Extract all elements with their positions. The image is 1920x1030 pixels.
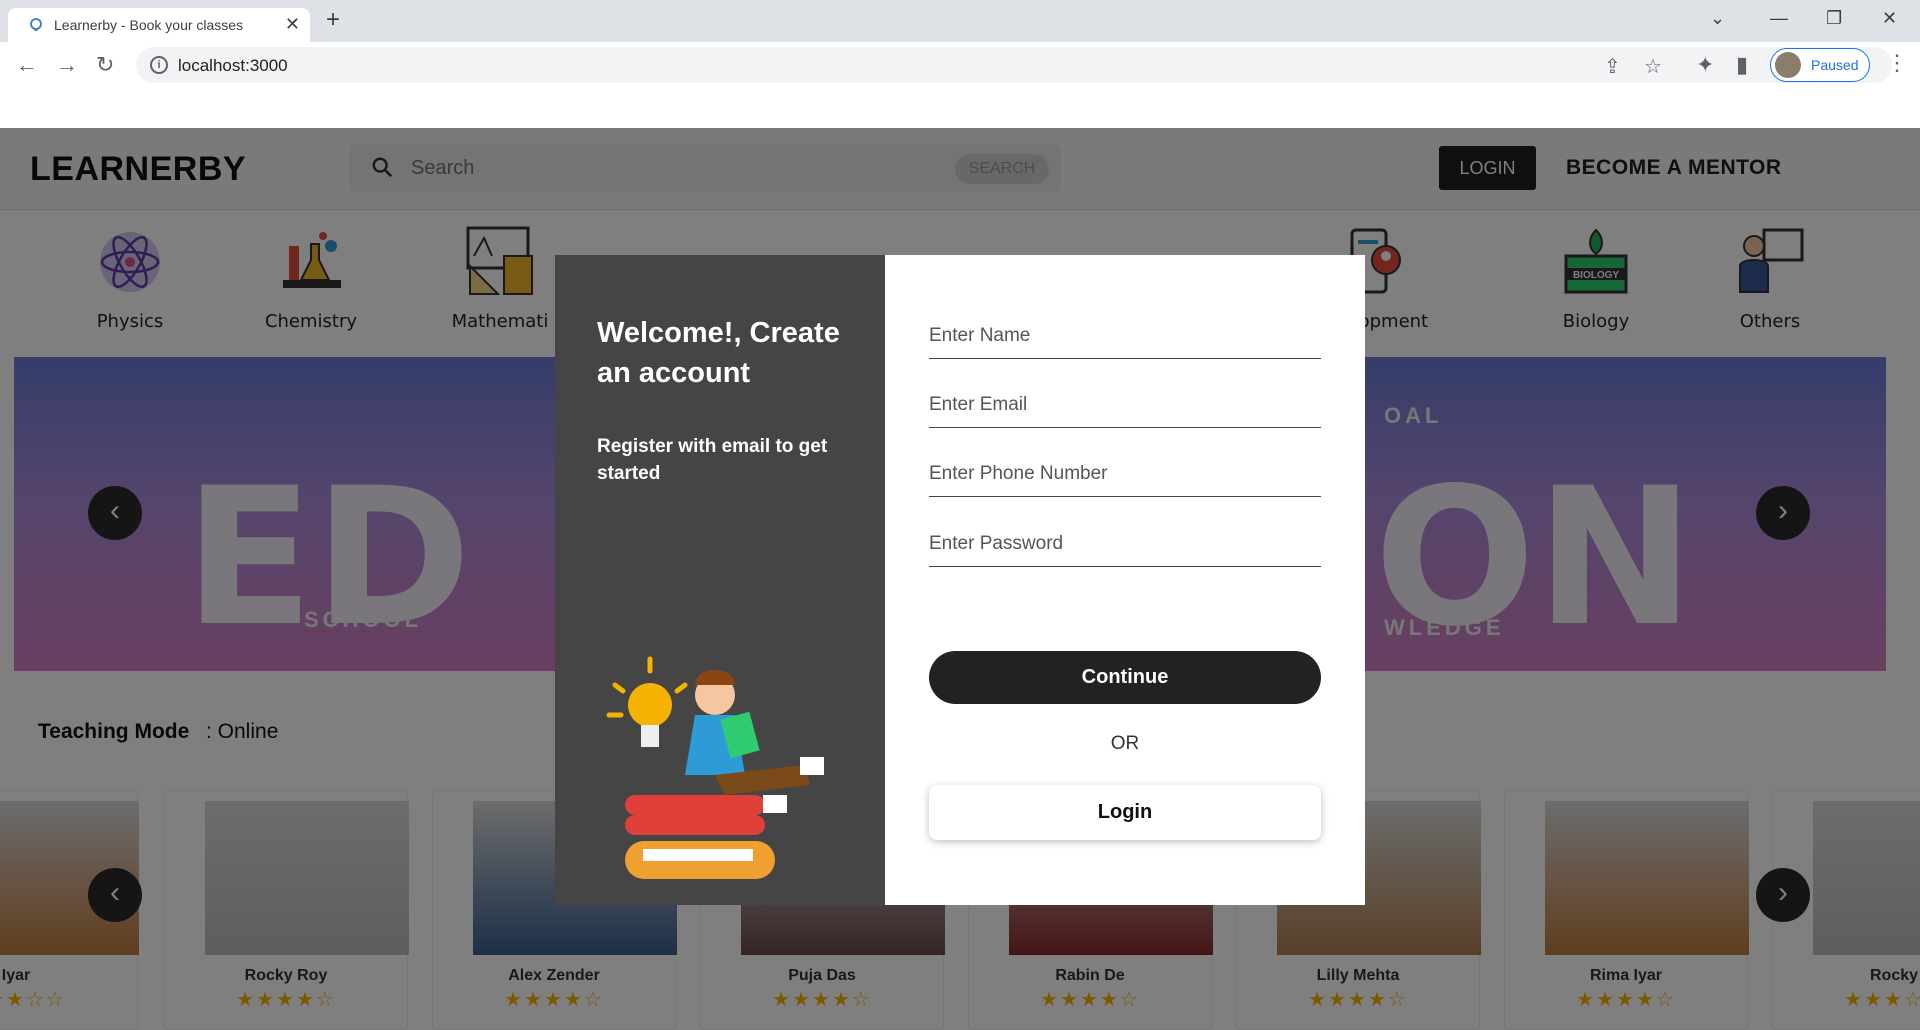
- new-tab-icon[interactable]: +: [326, 6, 340, 34]
- back-icon[interactable]: ←: [16, 52, 38, 78]
- favicon-icon: [30, 18, 42, 31]
- welcome-subtitle: Register with email to get started: [597, 436, 828, 484]
- browser-tab-strip: Learnerby - Book your classes ✕ + ⌄ — ❐ …: [0, 0, 1920, 42]
- profile-status: Paused: [1811, 57, 1859, 73]
- avatar: [1775, 52, 1801, 78]
- signup-modal: Welcome!, Create an account Register wit…: [555, 255, 1365, 905]
- extensions-icon[interactable]: ✦: [1696, 52, 1714, 78]
- browser-tab[interactable]: Learnerby - Book your classes ✕: [8, 8, 310, 42]
- signup-form: Continue OR Login: [885, 255, 1365, 905]
- address-bar[interactable]: i localhost:3000 ⇪ ☆: [136, 47, 1892, 83]
- reading-illustration: [606, 656, 824, 879]
- continue-button[interactable]: Continue: [929, 651, 1321, 704]
- bookmark-star-icon[interactable]: ☆: [1644, 54, 1662, 79]
- url-text[interactable]: localhost:3000: [178, 56, 288, 76]
- close-window-icon[interactable]: ✕: [1882, 8, 1897, 29]
- modal-welcome-panel: Welcome!, Create an account Register wit…: [555, 255, 885, 905]
- minimize-icon[interactable]: —: [1770, 8, 1788, 29]
- or-divider: OR: [1110, 733, 1140, 754]
- restore-icon[interactable]: ❐: [1826, 8, 1842, 29]
- tab-search-icon[interactable]: ⌄: [1710, 8, 1725, 29]
- tab-close-icon[interactable]: ✕: [285, 14, 300, 35]
- browser-toolbar: ← → ↻ i localhost:3000 ⇪ ☆ ✦ ▮ Paused ⋮: [0, 42, 1920, 88]
- phone-field[interactable]: [929, 451, 1321, 497]
- password-field[interactable]: [929, 521, 1321, 567]
- profile-button[interactable]: Paused: [1770, 48, 1870, 82]
- forward-icon[interactable]: →: [56, 52, 78, 78]
- modal-login-button[interactable]: Login: [929, 785, 1321, 840]
- reload-icon[interactable]: ↻: [96, 52, 114, 78]
- tab-title: Learnerby - Book your classes: [54, 17, 244, 33]
- side-panel-icon[interactable]: ▮: [1736, 52, 1748, 78]
- site-info-icon[interactable]: i: [150, 56, 168, 74]
- browser-menu-icon[interactable]: ⋮: [1886, 50, 1908, 76]
- email-field[interactable]: [929, 382, 1321, 428]
- name-field[interactable]: [929, 313, 1321, 359]
- page: LEARNERBY SEARCH LOGIN BECOME A MENTOR P…: [0, 128, 1920, 1030]
- share-icon[interactable]: ⇪: [1604, 54, 1621, 79]
- welcome-heading: Welcome!, Create an account: [597, 317, 840, 389]
